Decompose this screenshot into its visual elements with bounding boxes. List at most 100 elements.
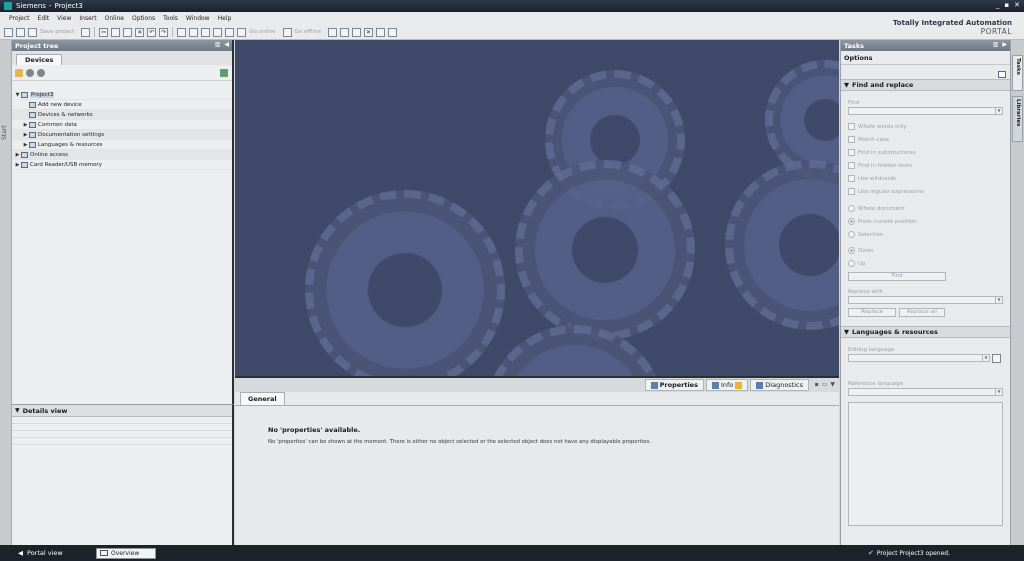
languages-resources-header[interactable]: ▼ Languages & resources: [841, 326, 1010, 338]
find-input[interactable]: ▼: [848, 107, 1003, 115]
tree-item-card-reader[interactable]: ▶ Card Reader/USB memory: [12, 160, 232, 170]
go-offline-button[interactable]: Go offline: [295, 29, 321, 35]
panel-pin-icon[interactable]: ▥: [993, 41, 999, 48]
accessible-nodes-icon[interactable]: [327, 27, 337, 37]
tree-item-languages-resources[interactable]: ▶ Languages & resources: [12, 140, 232, 150]
paste-icon[interactable]: [123, 27, 133, 37]
replace-input[interactable]: ▼: [848, 296, 1003, 304]
chevron-down-icon[interactable]: ▼: [995, 297, 1002, 303]
chevron-down-icon[interactable]: ▼: [995, 389, 1002, 395]
find-button[interactable]: Find: [848, 272, 946, 281]
expand-arrow-icon[interactable]: ▼: [14, 92, 21, 98]
chevron-down-icon[interactable]: ▼: [995, 108, 1002, 114]
simulation-icon[interactable]: [213, 27, 223, 37]
tab-diagnostics[interactable]: Diagnostics: [750, 379, 809, 391]
options-window-icon[interactable]: [998, 71, 1006, 78]
direction-up[interactable]: Up: [848, 257, 1002, 270]
chevron-down-icon[interactable]: ▼: [844, 328, 849, 336]
new-project-icon[interactable]: [4, 27, 13, 37]
monitor-icon[interactable]: [351, 27, 361, 37]
radio-button[interactable]: [848, 231, 855, 238]
radio-button[interactable]: [848, 247, 855, 254]
chevron-down-icon[interactable]: ▼: [844, 81, 849, 89]
minimize-icon[interactable]: ▭: [822, 381, 828, 388]
radio-button[interactable]: [848, 260, 855, 267]
direction-down[interactable]: Down: [848, 244, 1002, 257]
panel-collapse-icon[interactable]: ▶: [1002, 41, 1007, 48]
chevron-down-icon[interactable]: ▼: [15, 407, 20, 414]
save-project-icon[interactable]: [28, 27, 37, 37]
menu-project[interactable]: Project: [5, 15, 34, 22]
checkbox[interactable]: [848, 123, 855, 130]
go-online-button[interactable]: Go online: [249, 29, 275, 35]
chevron-down-icon[interactable]: ▼: [982, 355, 989, 361]
tree-item-common-data[interactable]: ▶ Common data: [12, 120, 232, 130]
go-online-icon[interactable]: [237, 27, 247, 37]
expand-arrow-icon[interactable]: ▶: [22, 122, 29, 128]
vtab-libraries[interactable]: Libraries: [1012, 96, 1023, 142]
option-find-substructures[interactable]: Find in substructures: [848, 146, 1002, 159]
redo-icon[interactable]: ↷: [159, 27, 169, 37]
menu-online[interactable]: Online: [101, 15, 128, 22]
checkbox[interactable]: [848, 188, 855, 195]
radio-button[interactable]: [848, 205, 855, 212]
tab-devices[interactable]: Devices: [16, 54, 63, 65]
details-view-header[interactable]: ▼ Details view: [12, 405, 232, 417]
scope-current-position[interactable]: From current position: [848, 215, 1002, 228]
tree-item-project[interactable]: ▼ Project3: [12, 90, 232, 100]
vtab-tasks[interactable]: Tasks: [1012, 55, 1023, 91]
option-match-case[interactable]: Match case: [848, 133, 1002, 146]
go-offline-icon[interactable]: [282, 27, 292, 37]
stop-icon[interactable]: ✕: [363, 27, 373, 37]
tab-general[interactable]: General: [240, 392, 285, 405]
checkbox[interactable]: [848, 136, 855, 143]
find-replace-header[interactable]: ▼ Find and replace: [841, 79, 1010, 91]
forward-icon[interactable]: [37, 68, 45, 77]
undo-icon[interactable]: ↶: [147, 27, 157, 37]
close-icon[interactable]: ✕: [1014, 1, 1020, 9]
radio-button[interactable]: [848, 218, 855, 225]
panel-collapse-icon[interactable]: ◀: [224, 41, 229, 48]
menu-help[interactable]: Help: [214, 15, 236, 22]
checkbox[interactable]: [848, 175, 855, 182]
tab-info[interactable]: Info: [705, 379, 749, 391]
tree-options-icon[interactable]: [220, 69, 228, 77]
menu-tools[interactable]: Tools: [159, 15, 182, 22]
menu-window[interactable]: Window: [182, 15, 214, 22]
expand-arrow-icon[interactable]: ▶: [22, 142, 29, 148]
copy-icon[interactable]: [111, 27, 121, 37]
split-horizontal-icon[interactable]: [375, 27, 385, 37]
float-icon[interactable]: ▪: [815, 381, 819, 388]
portal-view-button[interactable]: ◀ Portal view: [0, 549, 96, 557]
tree-item-add-new-device[interactable]: Add new device: [12, 100, 232, 110]
reference-language-select[interactable]: ▼: [848, 388, 1003, 396]
accessible-devices-icon[interactable]: [225, 27, 235, 37]
split-vertical-icon[interactable]: [387, 27, 397, 37]
option-wildcards[interactable]: Use wildcards: [848, 172, 1002, 185]
expand-arrow-icon[interactable]: ▶: [14, 162, 21, 168]
print-icon[interactable]: [81, 27, 91, 37]
editing-language-select[interactable]: ▼: [848, 354, 990, 362]
checkbox[interactable]: [848, 162, 855, 169]
expand-arrow-icon[interactable]: ▶: [14, 152, 21, 158]
option-find-hidden[interactable]: Find in hidden texts: [848, 159, 1002, 172]
cross-reference-icon[interactable]: [339, 27, 349, 37]
scope-whole-document[interactable]: Whole document: [848, 202, 1002, 215]
open-project-icon[interactable]: [16, 27, 25, 37]
tree-item-documentation-settings[interactable]: ▶ Documentation settings: [12, 130, 232, 140]
panel-pin-icon[interactable]: ▥: [215, 41, 221, 48]
start-strip[interactable]: Start: [0, 40, 12, 545]
restore-icon[interactable]: ▪: [1004, 1, 1009, 9]
upload-icon[interactable]: [201, 27, 211, 37]
minimize-icon[interactable]: _: [996, 1, 1000, 9]
overview-button[interactable]: Overview: [96, 547, 156, 559]
cut-icon[interactable]: ✂: [99, 27, 109, 37]
option-regex[interactable]: Use regular expressions: [848, 185, 1002, 198]
option-whole-words[interactable]: Whole words only: [848, 120, 1002, 133]
download-icon[interactable]: [189, 27, 199, 37]
menu-edit[interactable]: Edit: [34, 15, 54, 22]
tab-properties[interactable]: Properties: [644, 379, 704, 391]
new-group-icon[interactable]: [15, 68, 23, 77]
replace-all-button[interactable]: Replace all: [899, 308, 945, 317]
menu-insert[interactable]: Insert: [75, 15, 100, 22]
